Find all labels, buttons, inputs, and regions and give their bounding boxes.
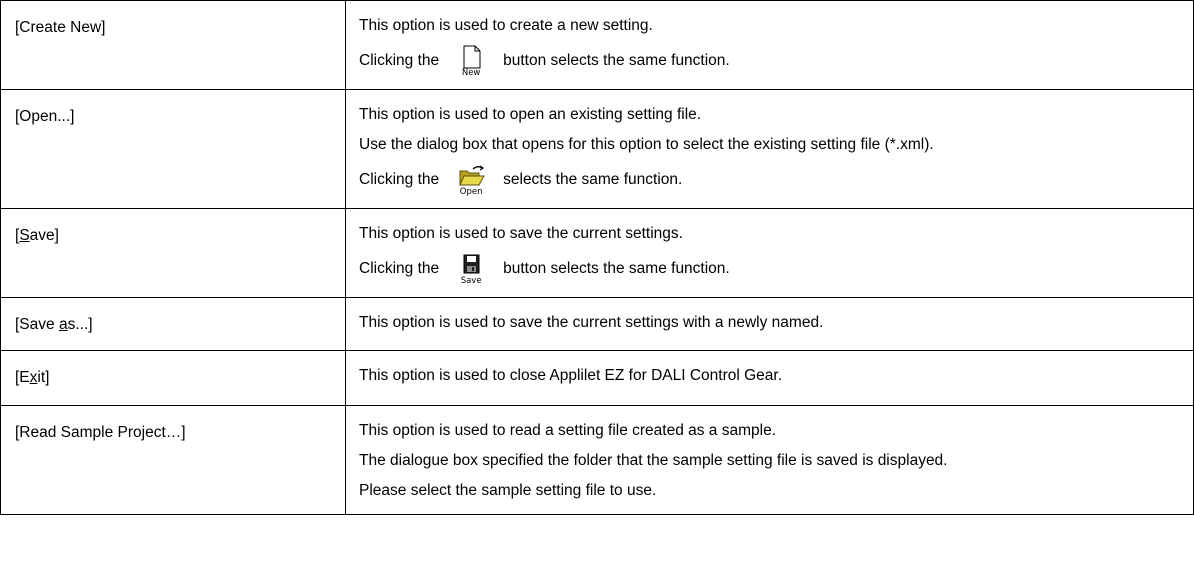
description-cell: This option is used to open an existing …	[345, 89, 1194, 209]
option-label: [Save]	[15, 227, 59, 244]
description-line: This option is used to read a setting fi…	[359, 422, 777, 439]
icon-instruction-line: Clicking the New button selects the same…	[359, 41, 1193, 81]
open-folder-icon: Open	[455, 163, 487, 197]
option-cell: [Exit]	[0, 350, 346, 406]
option-label: [Save as...]	[15, 316, 93, 333]
table-row-save-as: [Save as...] This option is used to save…	[0, 297, 1194, 351]
description-cell: This option is used to read a setting fi…	[345, 405, 1194, 515]
description-cell: This option is used to close Applilet EZ…	[345, 350, 1194, 406]
table-row-save: [Save] This option is used to save the c…	[0, 208, 1194, 298]
option-cell: [Open...]	[0, 89, 346, 209]
option-cell: [Save as...]	[0, 297, 346, 351]
table-row-exit: [Exit] This option is used to close Appl…	[0, 350, 1194, 406]
option-label: [Create New]	[15, 19, 106, 36]
icon-instruction-line: Clicking the Save button selects the sam…	[359, 249, 1193, 289]
table-row-open: [Open...] This option is used to open an…	[0, 89, 1194, 209]
icon-instruction-line: Clicking the Open selects the same funct…	[359, 160, 1193, 200]
table-row-create-new: [Create New] This option is used to crea…	[0, 0, 1194, 90]
option-label: [Open...]	[15, 108, 75, 125]
option-label: [Exit]	[15, 369, 50, 386]
option-cell: [Save]	[0, 208, 346, 298]
description-line: This option is used to save the current …	[359, 225, 683, 242]
save-disk-icon: Save	[455, 252, 487, 286]
option-cell: [Read Sample Project…]	[0, 405, 346, 515]
description-line: Please select the sample setting file to…	[359, 482, 657, 499]
description-line: The dialogue box specified the folder th…	[359, 452, 948, 469]
description-cell: This option is used to create a new sett…	[345, 0, 1194, 90]
option-label: [Read Sample Project…]	[15, 424, 186, 441]
menu-description-table: [Create New] This option is used to crea…	[0, 0, 1194, 515]
description-line: This option is used to create a new sett…	[359, 17, 653, 34]
description-line: This option is used to close Applilet EZ…	[359, 367, 783, 384]
table-row-read-sample-project: [Read Sample Project…] This option is us…	[0, 405, 1194, 515]
description-cell: This option is used to save the current …	[345, 208, 1194, 298]
new-document-icon: New	[455, 44, 487, 78]
description-cell: This option is used to save the current …	[345, 297, 1194, 351]
description-line: This option is used to save the current …	[359, 314, 824, 331]
description-line: Use the dialog box that opens for this o…	[359, 136, 934, 153]
description-line: This option is used to open an existing …	[359, 106, 702, 123]
option-cell: [Create New]	[0, 0, 346, 90]
